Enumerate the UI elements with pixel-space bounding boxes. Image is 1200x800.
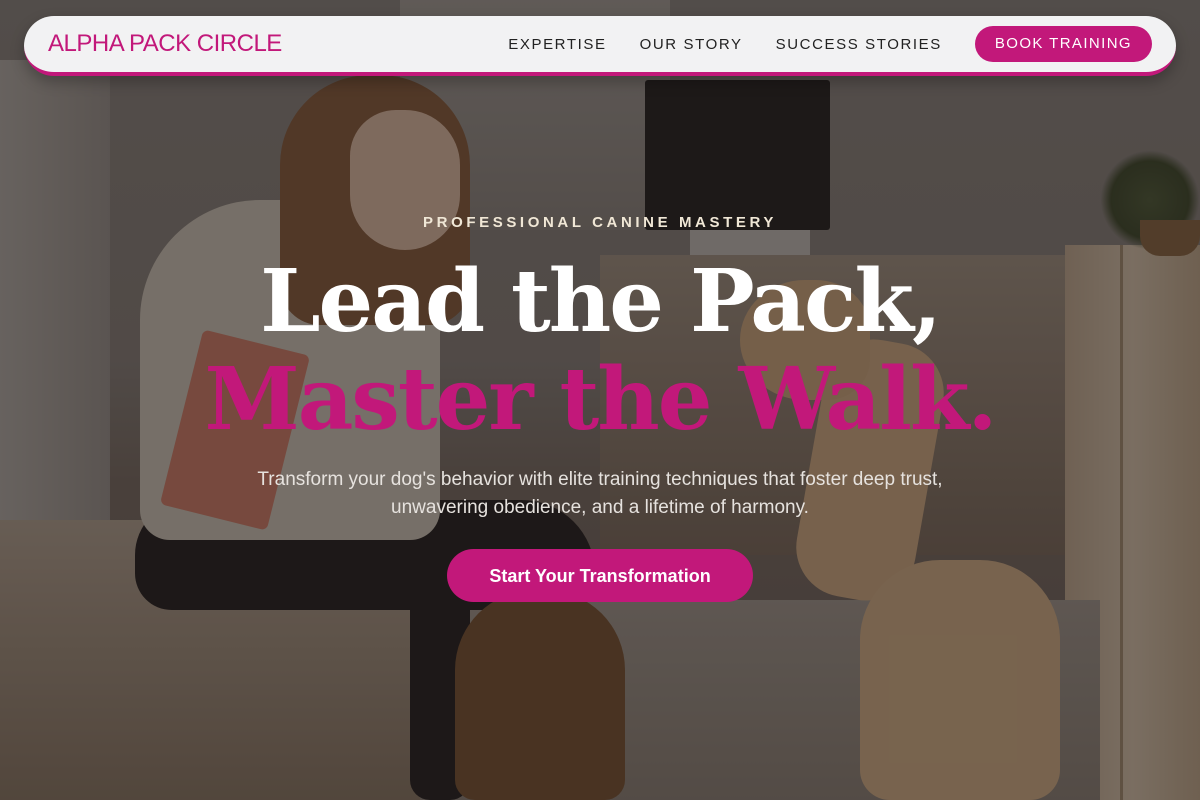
hero-headline-line2: Master the Walk. [204, 349, 998, 450]
hero-section: PROFESSIONAL CANINE MASTERY Lead the Pac… [0, 0, 1200, 800]
hero-headline-line1: Lead the Pack, [260, 251, 942, 352]
hero-eyebrow: PROFESSIONAL CANINE MASTERY [423, 214, 777, 231]
start-transformation-button[interactable]: Start Your Transformation [447, 549, 753, 602]
hero-subheadline: Transform your dog's behavior with elite… [257, 469, 943, 518]
